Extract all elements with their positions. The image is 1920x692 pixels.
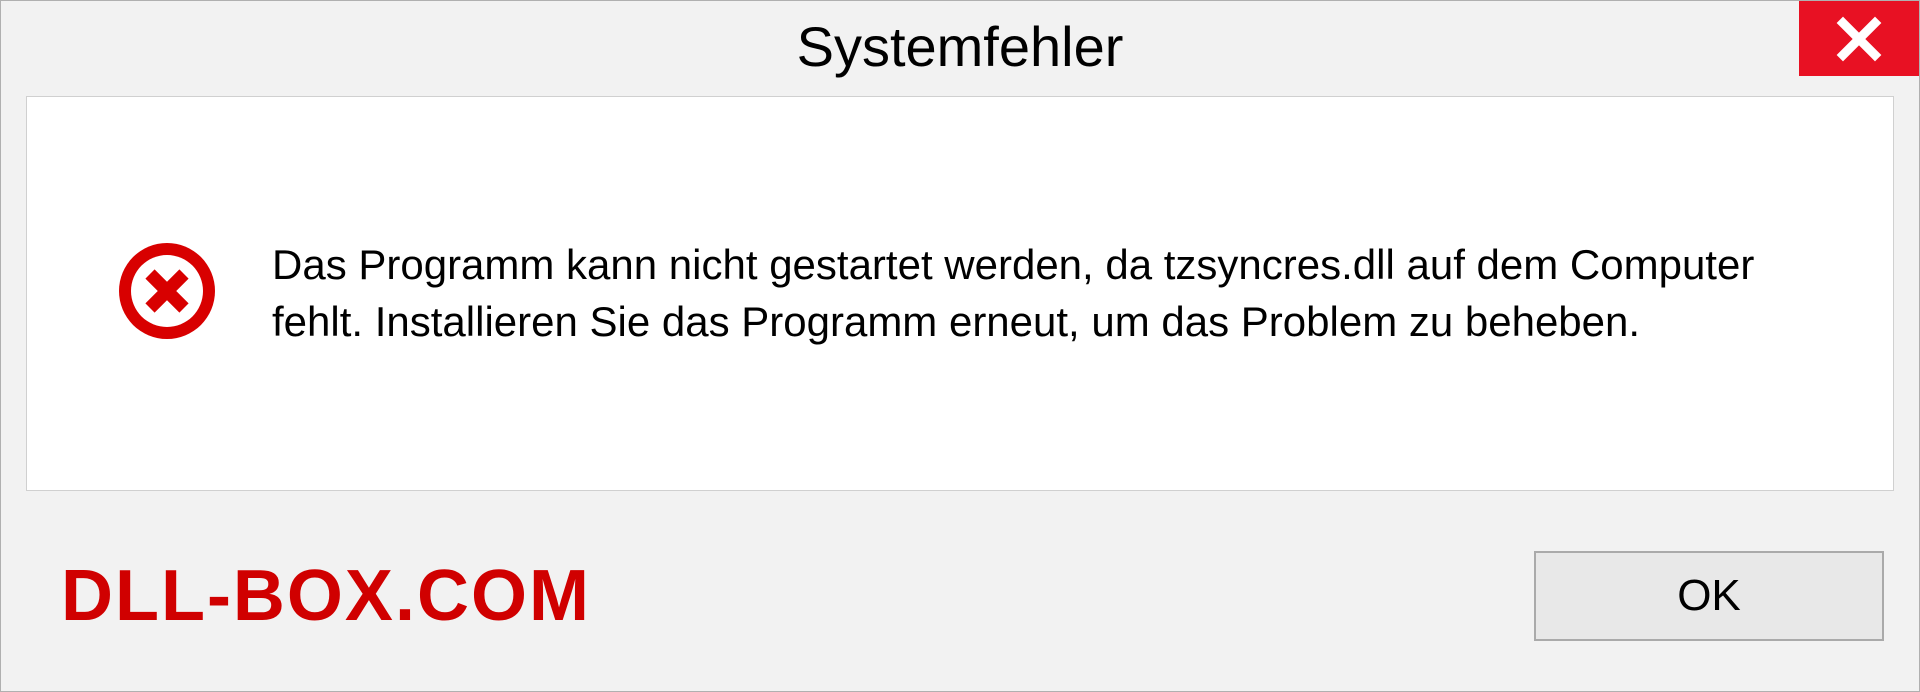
watermark-text: DLL-BOX.COM xyxy=(61,555,591,637)
close-button[interactable] xyxy=(1799,1,1919,76)
error-icon-wrapper xyxy=(117,241,217,346)
ok-button-label: OK xyxy=(1677,571,1741,621)
dialog-title: Systemfehler xyxy=(797,14,1124,79)
content-panel: Das Programm kann nicht gestartet werden… xyxy=(26,96,1894,491)
error-dialog: Systemfehler Das Programm kann nicht ges… xyxy=(0,0,1920,692)
ok-button[interactable]: OK xyxy=(1534,551,1884,641)
dialog-footer: DLL-BOX.COM OK xyxy=(1,501,1919,691)
titlebar: Systemfehler xyxy=(1,1,1919,91)
close-icon xyxy=(1835,15,1883,63)
error-icon xyxy=(117,241,217,341)
error-message: Das Programm kann nicht gestartet werden… xyxy=(272,237,1853,350)
